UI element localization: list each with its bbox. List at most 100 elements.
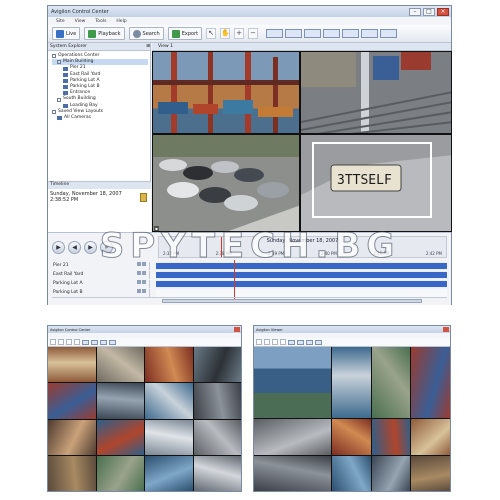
close-icon[interactable] — [443, 327, 449, 332]
pan-tool-icon[interactable]: ✋ — [220, 28, 231, 39]
left-camera-tile[interactable] — [96, 419, 144, 455]
menu-help[interactable]: Help — [116, 19, 126, 24]
right-camera-tile[interactable] — [371, 419, 411, 455]
pointer-tool-icon[interactable]: ↖ — [206, 28, 217, 39]
left-camera-tile[interactable] — [48, 383, 96, 419]
camera-tile-parking-lot[interactable]: ▪ — [152, 134, 300, 232]
export-icon[interactable] — [74, 339, 80, 345]
plate-scene: 3TTSELF — [301, 142, 451, 231]
layout-7-button[interactable] — [380, 29, 398, 38]
camera-tile-rail-yard[interactable] — [300, 51, 452, 134]
playback-icon[interactable] — [264, 339, 270, 345]
search-icon[interactable] — [66, 339, 72, 345]
export-button[interactable]: Export — [167, 27, 203, 40]
play-button[interactable]: ▶ — [52, 240, 65, 254]
fast-forward-icon[interactable]: » — [100, 240, 113, 254]
left-camera-tile[interactable] — [96, 347, 144, 383]
close-icon[interactable] — [234, 327, 240, 332]
search-button[interactable]: Search — [128, 27, 164, 40]
camera-icon — [63, 66, 68, 71]
left-camera-tile[interactable] — [145, 455, 193, 491]
search-icon[interactable] — [272, 339, 278, 345]
zoom-out-icon[interactable]: − — [248, 28, 259, 39]
maximize-button[interactable]: □ — [423, 7, 435, 16]
left-camera-tile[interactable] — [193, 455, 241, 491]
left-camera-tile[interactable] — [145, 383, 193, 419]
export-icon[interactable] — [280, 339, 286, 345]
tree-item-all-cameras[interactable]: All Cameras — [52, 115, 148, 121]
right-camera-tile-main[interactable] — [254, 347, 332, 418]
layout-4-button[interactable] — [323, 29, 341, 38]
title-bar: Avigilon Control Center – □ × — [48, 6, 451, 17]
live-button[interactable]: Live — [52, 27, 81, 40]
right-camera-tile[interactable] — [371, 455, 411, 491]
timeline-scrollbar[interactable] — [52, 297, 447, 303]
timeline-row-east-rail-yard[interactable]: East Rail Yard — [52, 269, 447, 281]
left-camera-tile[interactable] — [193, 383, 241, 419]
camera-icon — [57, 116, 62, 121]
live-label: Live — [66, 30, 77, 37]
left-camera-tile[interactable] — [145, 419, 193, 455]
layout-icon[interactable] — [91, 339, 98, 345]
timeline-row-parking-lot-b[interactable]: Parking Lot B — [52, 287, 447, 299]
right-camera-tile[interactable] — [332, 455, 371, 491]
layout-1-button[interactable] — [266, 29, 284, 38]
step-forward-icon[interactable]: ▶ — [84, 240, 97, 254]
right-camera-tile[interactable] — [254, 455, 332, 491]
view-tab-label: View 1 — [158, 44, 173, 49]
right-camera-tile[interactable] — [254, 419, 332, 455]
camera-tile-plate-zoom[interactable]: 3TTSELF — [300, 134, 452, 232]
layout-3-button[interactable] — [304, 29, 322, 38]
scrollbar-thumb[interactable] — [162, 299, 422, 303]
left-camera-tile[interactable] — [96, 383, 144, 419]
timeline-ruler[interactable]: Sunday, November 18, 2007 2:37 PM 2:38 P… — [158, 236, 447, 258]
layout-icon[interactable] — [297, 339, 304, 345]
close-button[interactable]: × — [437, 7, 449, 16]
layout-6-button[interactable] — [361, 29, 379, 38]
playback-button[interactable]: Playback — [84, 27, 125, 40]
live-icon[interactable] — [256, 339, 262, 345]
menu-tools[interactable]: Tools — [95, 19, 106, 24]
timeline-tab[interactable]: Timeline — [48, 181, 151, 189]
right-camera-tile[interactable] — [332, 347, 371, 418]
right-camera-tile[interactable] — [332, 419, 371, 455]
menu-view[interactable]: View — [75, 19, 86, 24]
left-camera-tile[interactable] — [96, 455, 144, 491]
layout-icon[interactable] — [109, 339, 116, 345]
layout-5-button[interactable] — [342, 29, 360, 38]
step-back-icon[interactable]: ◀ — [68, 240, 81, 254]
export-label: Export — [181, 30, 199, 37]
pin-icon[interactable]: ⊞ — [146, 44, 150, 49]
timeline-row-pier-21[interactable]: Pier 21 — [52, 260, 447, 272]
right-camera-tile[interactable] — [411, 419, 450, 455]
camera-tile-harbor[interactable] — [152, 51, 300, 134]
small-window-left-title: Avigilon Control Center — [50, 327, 91, 332]
menu-site[interactable]: Site — [56, 19, 65, 24]
left-camera-tile[interactable] — [48, 455, 96, 491]
live-icon[interactable] — [50, 339, 56, 345]
minimize-button[interactable]: – — [409, 7, 421, 16]
right-camera-tile[interactable] — [371, 347, 411, 418]
layout-icon[interactable] — [82, 339, 89, 345]
timeline-cursor[interactable] — [221, 237, 222, 257]
layout-2-button[interactable] — [285, 29, 303, 38]
timeline-row-parking-lot-a[interactable]: Parking Lot A — [52, 278, 447, 290]
left-camera-tile[interactable] — [48, 347, 96, 383]
right-camera-tile[interactable] — [411, 347, 450, 418]
left-camera-tile[interactable] — [48, 419, 96, 455]
left-camera-tile[interactable] — [193, 347, 241, 383]
layout-icon[interactable] — [100, 339, 107, 345]
right-camera-tile[interactable] — [411, 455, 450, 491]
layout-icon[interactable] — [315, 339, 322, 345]
calendar-icon[interactable] — [140, 193, 147, 202]
left-camera-tile[interactable] — [193, 419, 241, 455]
view-tab[interactable]: View 1 — [152, 43, 451, 51]
explorer-title: System Explorer — [50, 44, 87, 49]
content-area: System Explorer ⊞ Operations Center Main… — [48, 43, 452, 232]
playback-label: Playback — [98, 30, 121, 37]
zoom-in-icon[interactable]: + — [234, 28, 245, 39]
left-camera-tile[interactable] — [145, 347, 193, 383]
layout-icon[interactable] — [306, 339, 313, 345]
playback-icon[interactable] — [58, 339, 64, 345]
layout-icon[interactable] — [288, 339, 295, 345]
